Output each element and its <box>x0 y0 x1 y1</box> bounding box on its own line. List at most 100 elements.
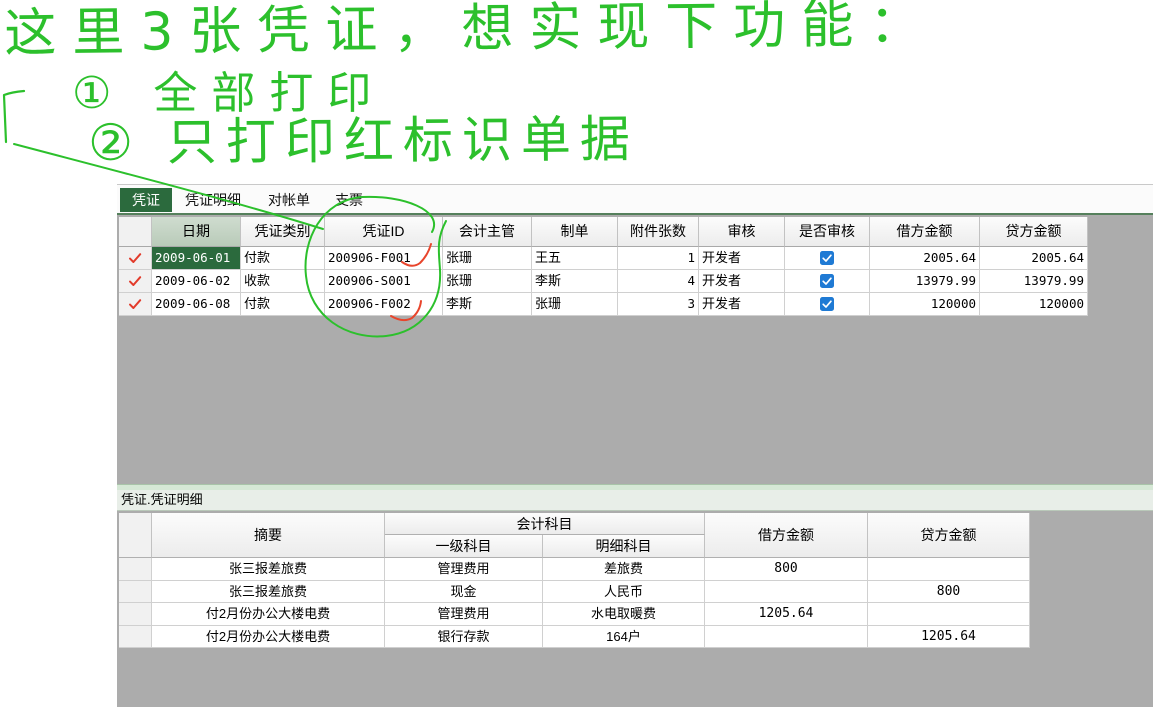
cell-debit-amount[interactable]: 120000 <box>870 293 980 316</box>
cell-debit-amount[interactable] <box>705 580 868 603</box>
cell-level1-account[interactable]: 管理费用 <box>385 603 543 626</box>
cell-summary[interactable]: 付2月份办公大楼电费 <box>152 603 385 626</box>
cell-credit-amount[interactable] <box>868 558 1030 581</box>
cell-auditor[interactable]: 开发者 <box>699 293 785 316</box>
column-header-maker[interactable]: 制单 <box>532 217 618 247</box>
audited-checkbox[interactable] <box>820 274 834 288</box>
checkbox-check-icon <box>820 297 834 311</box>
column-header-detail-account[interactable]: 明细科目 <box>543 535 705 558</box>
column-header-voucher-id[interactable]: 凭证ID <box>325 217 443 247</box>
cell-maker[interactable]: 张珊 <box>532 293 618 316</box>
row-selector[interactable] <box>119 293 152 316</box>
voucher-grid-header: 日期 凭证类别 凭证ID 会计主管 制单 附件张数 审核 是否审核 借方金额 贷方金额 <box>119 217 1088 247</box>
cell-level1-account[interactable]: 管理费用 <box>385 558 543 581</box>
cell-supervisor[interactable]: 张珊 <box>443 247 532 270</box>
cell-audited[interactable] <box>785 247 870 270</box>
column-header-date[interactable]: 日期 <box>152 217 241 247</box>
cell-credit-amount[interactable]: 13979.99 <box>980 270 1088 293</box>
voucher-datasheet: 日期 凭证类别 凭证ID 会计主管 制单 附件张数 审核 是否审核 借方金额 贷方金额 2009-0… <box>119 217 1088 316</box>
cell-voucher-type[interactable]: 付款 <box>241 247 325 270</box>
cell-detail-account[interactable]: 人民币 <box>543 580 705 603</box>
row-selector[interactable] <box>119 603 152 626</box>
select-all-corner[interactable] <box>119 217 152 247</box>
cell-attachment-count[interactable]: 1 <box>618 247 699 270</box>
table-row: 付2月份办公大楼电费 管理费用 水电取暖费 1205.64 <box>119 603 1030 626</box>
column-header-level1-account[interactable]: 一级科目 <box>385 535 543 558</box>
audited-checkbox[interactable] <box>820 251 834 265</box>
cell-voucher-id[interactable]: 200906-F002 <box>325 293 443 316</box>
check-mark-icon <box>129 299 142 309</box>
cell-auditor[interactable]: 开发者 <box>699 247 785 270</box>
annotation-bracket-stroke <box>2 89 26 144</box>
cell-summary[interactable]: 张三报差旅费 <box>152 558 385 581</box>
subform-title: 凭证.凭证明细 <box>117 490 1153 511</box>
cell-maker[interactable]: 李斯 <box>532 270 618 293</box>
cell-attachment-count[interactable]: 3 <box>618 293 699 316</box>
handwritten-note-line-1: 这里3张凭证，想实现下功能： <box>3 0 938 64</box>
cell-debit-amount[interactable]: 800 <box>705 558 868 581</box>
cell-credit-amount[interactable]: 2005.64 <box>980 247 1088 270</box>
cell-detail-account[interactable]: 差旅费 <box>543 558 705 581</box>
cell-voucher-id[interactable]: 200906-F001 <box>325 247 443 270</box>
row-selector[interactable] <box>119 270 152 293</box>
cell-voucher-type[interactable]: 付款 <box>241 293 325 316</box>
tab-voucher[interactable]: 凭证 <box>120 188 172 212</box>
cell-voucher-type[interactable]: 收款 <box>241 270 325 293</box>
table-row: 付2月份办公大楼电费 银行存款 164户 1205.64 <box>119 625 1030 648</box>
column-header-debit-amount[interactable]: 借方金额 <box>705 513 868 558</box>
cell-debit-amount[interactable]: 2005.64 <box>870 247 980 270</box>
column-header-attachment-count[interactable]: 附件张数 <box>618 217 699 247</box>
cell-credit-amount[interactable]: 800 <box>868 580 1030 603</box>
detail-grid-header: 摘要 会计科目 一级科目 明细科目 借方金额 贷方金额 <box>119 513 1030 558</box>
tab-voucher-detail[interactable]: 凭证明细 <box>173 188 253 212</box>
cell-voucher-id[interactable]: 200906-S001 <box>325 270 443 293</box>
column-header-auditor[interactable]: 审核 <box>699 217 785 247</box>
column-header-audited[interactable]: 是否审核 <box>785 217 870 247</box>
row-selector[interactable] <box>119 558 152 581</box>
check-mark-icon <box>129 276 142 286</box>
cell-audited[interactable] <box>785 293 870 316</box>
voucher-detail-datasheet: 摘要 会计科目 一级科目 明细科目 借方金额 贷方金额 张三报差旅费 管理费用 差旅费 800 张三… <box>119 513 1030 648</box>
cell-debit-amount[interactable] <box>705 625 868 648</box>
cell-auditor[interactable]: 开发者 <box>699 270 785 293</box>
cell-date[interactable]: 2009-06-02 <box>152 270 241 293</box>
tab-statement[interactable]: 对帐单 <box>256 188 322 212</box>
cell-credit-amount[interactable]: 120000 <box>980 293 1088 316</box>
cell-supervisor[interactable]: 张珊 <box>443 270 532 293</box>
column-header-credit-amount[interactable]: 贷方金额 <box>868 513 1030 558</box>
audited-checkbox[interactable] <box>820 297 834 311</box>
column-header-debit-amount[interactable]: 借方金额 <box>870 217 980 247</box>
detail-select-all-corner[interactable] <box>119 513 152 558</box>
cell-maker[interactable]: 王五 <box>532 247 618 270</box>
cell-supervisor[interactable]: 李斯 <box>443 293 532 316</box>
tab-cheque[interactable]: 支票 <box>323 188 375 212</box>
cell-summary[interactable]: 付2月份办公大楼电费 <box>152 625 385 648</box>
cell-summary[interactable]: 张三报差旅费 <box>152 580 385 603</box>
cell-date[interactable]: 2009-06-08 <box>152 293 241 316</box>
column-header-credit-amount[interactable]: 贷方金额 <box>980 217 1088 247</box>
row-selector[interactable] <box>119 247 152 270</box>
handwritten-note-line-2: ① 全部打印 <box>72 68 386 119</box>
cell-level1-account[interactable]: 银行存款 <box>385 625 543 648</box>
cell-detail-account[interactable]: 水电取暖费 <box>543 603 705 626</box>
row-selector[interactable] <box>119 580 152 603</box>
column-header-voucher-type[interactable]: 凭证类别 <box>241 217 325 247</box>
table-row: 2009-06-02 收款 200906-S001 张珊 李斯 4 开发者 13979.99 1… <box>119 270 1088 293</box>
row-selector[interactable] <box>119 625 152 648</box>
cell-credit-amount[interactable]: 1205.64 <box>868 625 1030 648</box>
cell-debit-amount[interactable]: 13979.99 <box>870 270 980 293</box>
cell-date[interactable]: 2009-06-01 <box>152 247 241 270</box>
column-header-supervisor[interactable]: 会计主管 <box>443 217 532 247</box>
checkbox-check-icon <box>820 251 834 265</box>
cell-audited[interactable] <box>785 270 870 293</box>
screen: 这里3张凭证，想实现下功能： ① 全部打印 ② 只打印红标识单据 凭证 凭证明细… <box>0 0 1153 707</box>
cell-detail-account[interactable]: 164户 <box>543 625 705 648</box>
column-group-header-account[interactable]: 会计科目 <box>385 513 705 535</box>
cell-attachment-count[interactable]: 4 <box>618 270 699 293</box>
cell-debit-amount[interactable]: 1205.64 <box>705 603 868 626</box>
check-mark-icon <box>129 253 142 263</box>
column-header-summary[interactable]: 摘要 <box>152 513 385 558</box>
table-row: 2009-06-01 付款 200906-F001 张珊 王五 1 开发者 2005.64 20… <box>119 247 1088 270</box>
cell-level1-account[interactable]: 现金 <box>385 580 543 603</box>
cell-credit-amount[interactable] <box>868 603 1030 626</box>
